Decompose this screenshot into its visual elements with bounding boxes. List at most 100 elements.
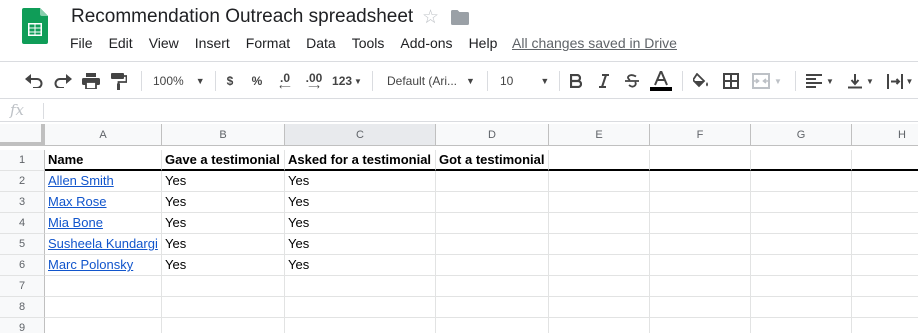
print-button[interactable] (81, 71, 101, 91)
percent-format-button[interactable]: % (250, 71, 264, 91)
italic-button[interactable] (595, 71, 613, 91)
grid-cell[interactable] (285, 318, 436, 333)
document-title[interactable]: Recommendation Outreach spreadsheet (71, 6, 413, 28)
currency-format-button[interactable]: $ (223, 71, 237, 91)
grid-cell[interactable] (852, 213, 918, 234)
grid-cell[interactable] (650, 171, 751, 192)
name-link-cell[interactable]: Allen Smith (45, 171, 162, 192)
grid-cell[interactable] (549, 318, 650, 333)
grid-cell[interactable]: Yes (162, 213, 285, 234)
column-header-g[interactable]: G (751, 124, 852, 146)
menu-data[interactable]: Data (298, 35, 344, 55)
grid-cell[interactable] (436, 255, 549, 276)
horizontal-align-button[interactable]: ▼ (803, 71, 837, 91)
grid-cell[interactable] (650, 297, 751, 318)
grid-cell[interactable] (751, 192, 852, 213)
grid-cell[interactable] (549, 297, 650, 318)
grid-cell[interactable] (549, 192, 650, 213)
select-all-corner[interactable] (0, 124, 45, 146)
text-wrap-button[interactable]: ▼ (884, 71, 916, 91)
zoom-select[interactable]: 100% ▼ (148, 71, 210, 91)
grid-cell[interactable] (751, 297, 852, 318)
borders-button[interactable] (721, 71, 741, 91)
grid-cell[interactable]: Yes (162, 255, 285, 276)
grid-cell[interactable] (852, 171, 918, 192)
font-size-select[interactable]: 10 ▼ (494, 71, 552, 91)
grid-cell[interactable] (45, 276, 162, 297)
grid-cell[interactable] (650, 234, 751, 255)
grid-cell[interactable] (549, 255, 650, 276)
header-cell[interactable]: Asked for a testimonial (285, 150, 436, 171)
grid-cell[interactable] (751, 234, 852, 255)
grid-cell[interactable] (852, 276, 918, 297)
grid-cell[interactable] (549, 276, 650, 297)
grid-cell[interactable] (436, 234, 549, 255)
formula-input[interactable] (50, 100, 910, 122)
grid-cell[interactable] (650, 276, 751, 297)
font-select[interactable]: Default (Ari... ▼ (382, 71, 478, 91)
grid-cell[interactable] (852, 192, 918, 213)
row-header-7[interactable]: 7 (0, 276, 45, 297)
grid-cell[interactable]: Yes (285, 192, 436, 213)
decrease-decimals-button[interactable]: .0 ⟵ (274, 71, 296, 91)
fill-color-button[interactable] (692, 71, 712, 91)
header-cell[interactable] (751, 150, 852, 171)
header-cell[interactable]: Name (45, 150, 162, 171)
menu-insert[interactable]: Insert (187, 35, 238, 55)
more-formats-select[interactable]: 123 ▼ (330, 71, 364, 91)
grid-cell[interactable]: Yes (285, 171, 436, 192)
grid-cell[interactable] (549, 234, 650, 255)
row-header-9[interactable]: 9 (0, 318, 45, 333)
grid-cell[interactable]: Yes (285, 213, 436, 234)
grid-cell[interactable]: Yes (162, 171, 285, 192)
name-link-cell[interactable]: Susheela Kundargi (45, 234, 162, 255)
menu-help[interactable]: Help (461, 35, 506, 55)
row-header-4[interactable]: 4 (0, 213, 45, 234)
grid-cell[interactable] (436, 192, 549, 213)
header-cell[interactable] (650, 150, 751, 171)
grid-cell[interactable] (751, 213, 852, 234)
menu-edit[interactable]: Edit (101, 35, 141, 55)
grid-cell[interactable]: Yes (285, 255, 436, 276)
strikethrough-button[interactable] (623, 71, 641, 91)
grid-cell[interactable] (852, 318, 918, 333)
column-header-d[interactable]: D (436, 124, 549, 146)
name-link-cell[interactable]: Mia Bone (45, 213, 162, 234)
menu-add-ons[interactable]: Add-ons (392, 35, 460, 55)
grid-cell[interactable] (285, 276, 436, 297)
row-header-2[interactable]: 2 (0, 171, 45, 192)
header-cell[interactable] (852, 150, 918, 171)
name-link-cell[interactable]: Marc Polonsky (45, 255, 162, 276)
grid-cell[interactable] (436, 318, 549, 333)
grid-cell[interactable] (162, 297, 285, 318)
row-header-1[interactable]: 1 (0, 150, 45, 171)
increase-decimals-button[interactable]: .00 ⟶ (303, 71, 325, 91)
star-icon[interactable]: ☆ (422, 6, 439, 29)
grid-cell[interactable] (751, 171, 852, 192)
grid-cell[interactable] (45, 297, 162, 318)
menu-tools[interactable]: Tools (344, 35, 393, 55)
grid-cell[interactable] (436, 276, 549, 297)
grid-cell[interactable] (436, 171, 549, 192)
grid-cell[interactable] (650, 318, 751, 333)
save-status-link[interactable]: All changes saved in Drive (512, 35, 677, 51)
grid-cell[interactable]: Yes (285, 234, 436, 255)
column-header-f[interactable]: F (650, 124, 751, 146)
column-header-a[interactable]: A (45, 124, 162, 146)
sheets-logo-icon[interactable] (22, 8, 48, 44)
grid-cell[interactable] (751, 276, 852, 297)
text-color-button[interactable] (650, 71, 672, 91)
grid-cell[interactable] (751, 318, 852, 333)
grid-cell[interactable] (852, 234, 918, 255)
grid-cell[interactable] (751, 255, 852, 276)
vertical-align-button[interactable]: ▼ (845, 71, 877, 91)
column-header-h[interactable]: H (852, 124, 918, 146)
grid-cell[interactable] (45, 318, 162, 333)
grid-cell[interactable] (852, 255, 918, 276)
grid-cell[interactable] (650, 255, 751, 276)
paint-format-button[interactable] (109, 71, 129, 91)
header-cell[interactable]: Gave a testimonial (162, 150, 285, 171)
name-link-cell[interactable]: Max Rose (45, 192, 162, 213)
grid-cell[interactable] (285, 297, 436, 318)
folder-icon[interactable] (451, 10, 469, 25)
